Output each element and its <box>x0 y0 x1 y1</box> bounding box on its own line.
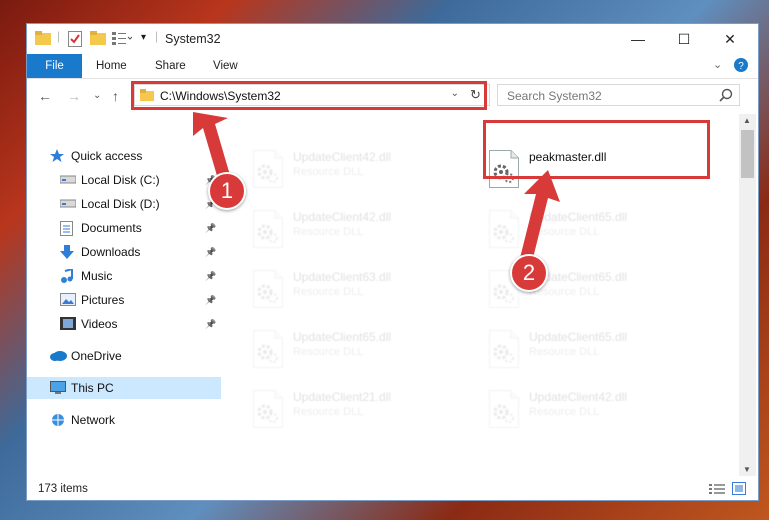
annotation-arrows <box>193 112 560 262</box>
callout-1: 1 <box>208 172 246 210</box>
arrow-2 <box>520 170 560 262</box>
callout-2: 2 <box>510 254 548 292</box>
